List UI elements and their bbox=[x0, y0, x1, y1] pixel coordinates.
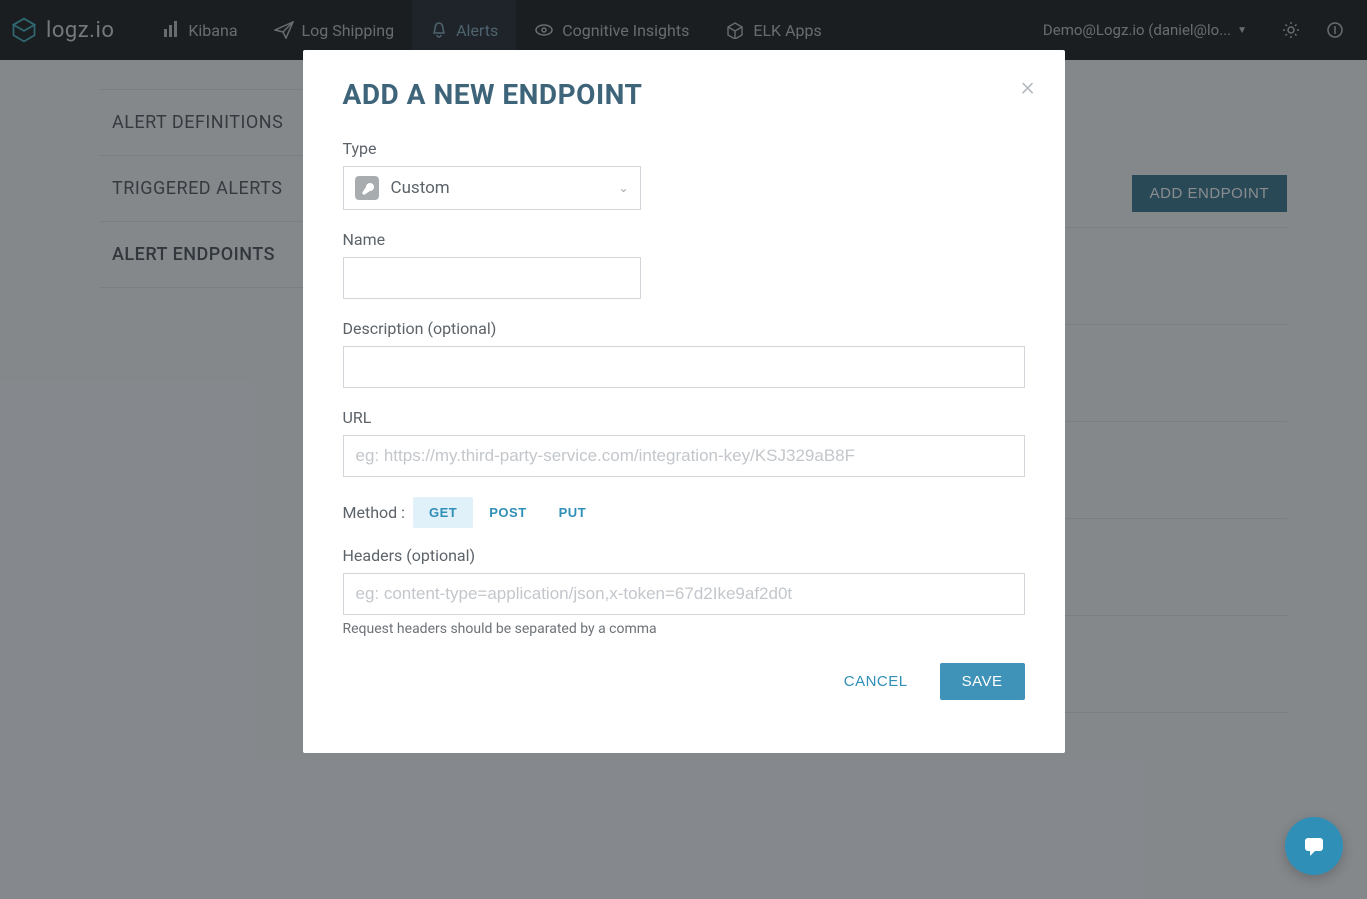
chat-widget-button[interactable] bbox=[1285, 817, 1343, 875]
name-label: Name bbox=[343, 230, 1025, 249]
description-label: Description (optional) bbox=[343, 319, 1025, 338]
method-label: Method : bbox=[343, 503, 406, 522]
modal-footer: CANCEL SAVE bbox=[343, 663, 1025, 700]
chevron-down-icon: ⌄ bbox=[618, 181, 628, 195]
headers-group: Headers (optional) Request headers shoul… bbox=[343, 546, 1025, 637]
modal-title: ADD A NEW ENDPOINT bbox=[343, 78, 1025, 111]
method-put-button[interactable]: PUT bbox=[543, 497, 603, 528]
name-group: Name bbox=[343, 230, 1025, 299]
headers-input[interactable] bbox=[343, 573, 1025, 615]
save-button[interactable]: SAVE bbox=[940, 663, 1025, 700]
modal-overlay: × ADD A NEW ENDPOINT Type Custom ⌄ Name … bbox=[0, 0, 1367, 899]
description-group: Description (optional) bbox=[343, 319, 1025, 388]
method-group: Method : GET POST PUT bbox=[343, 497, 1025, 528]
cancel-button[interactable]: CANCEL bbox=[826, 663, 926, 700]
method-get-button[interactable]: GET bbox=[413, 497, 473, 528]
add-endpoint-modal: × ADD A NEW ENDPOINT Type Custom ⌄ Name … bbox=[303, 50, 1065, 753]
description-input[interactable] bbox=[343, 346, 1025, 388]
close-icon[interactable]: × bbox=[1021, 72, 1035, 102]
type-value: Custom bbox=[391, 178, 619, 198]
chat-icon bbox=[1300, 832, 1328, 860]
url-group: URL bbox=[343, 408, 1025, 477]
method-post-button[interactable]: POST bbox=[473, 497, 542, 528]
url-label: URL bbox=[343, 408, 1025, 427]
url-input[interactable] bbox=[343, 435, 1025, 477]
type-label: Type bbox=[343, 139, 1025, 158]
headers-hint: Request headers should be separated by a… bbox=[343, 621, 1025, 637]
type-select[interactable]: Custom ⌄ bbox=[343, 166, 641, 210]
headers-label: Headers (optional) bbox=[343, 546, 1025, 565]
type-group: Type Custom ⌄ bbox=[343, 139, 1025, 210]
wrench-icon bbox=[355, 176, 379, 200]
name-input[interactable] bbox=[343, 257, 641, 299]
